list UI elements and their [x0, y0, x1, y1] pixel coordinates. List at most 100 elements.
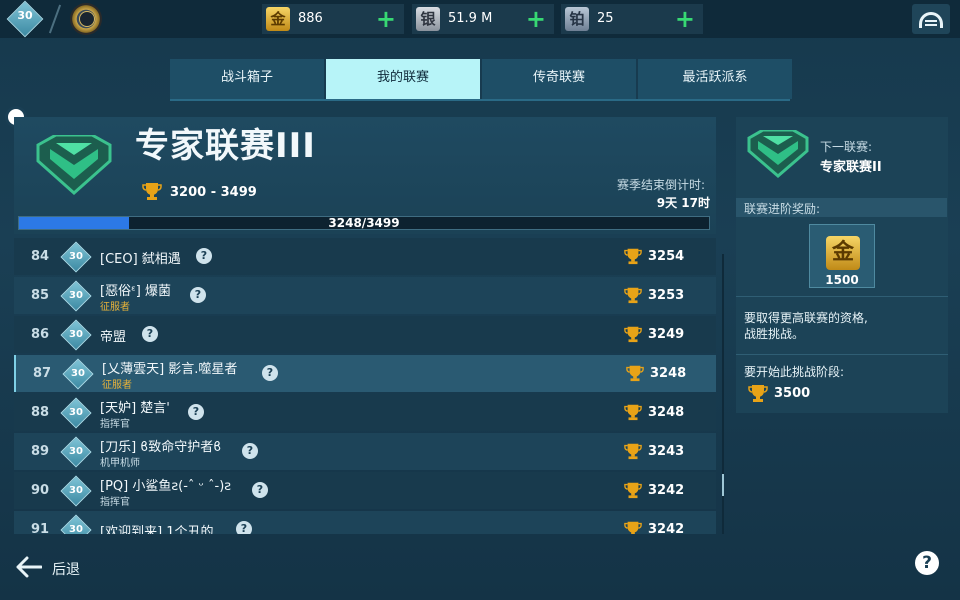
player-level: 30	[69, 407, 83, 418]
player-title: 机甲机师	[100, 458, 140, 469]
tab-legend-league[interactable]: 传奇联赛	[482, 59, 636, 99]
player-info-icon[interactable]: ?	[242, 443, 258, 459]
player-name[interactable]: [PQ] 小鲨鱼ƨ(-ˆ ᵕ ˆ-)ƨ	[100, 475, 231, 494]
player-level: 30	[69, 446, 83, 457]
trophy-icon	[748, 385, 768, 402]
league-progress-bar: 3248/3499	[18, 216, 710, 230]
trophy-range: 3200 - 3499	[170, 185, 257, 200]
player-info-icon[interactable]: ?	[196, 248, 212, 264]
player-level: 30	[69, 251, 83, 262]
player-info-icon[interactable]: ?	[190, 287, 206, 303]
reward-amount: 1500	[825, 273, 859, 287]
gold-reward-icon: 金	[826, 236, 860, 270]
silver-icon: 银	[416, 7, 440, 31]
player-name[interactable]: [欢迎到来] 1个丑的	[100, 521, 214, 534]
rank-number: 87	[32, 366, 52, 381]
table-row[interactable]: 91 30 [欢迎到来] 1个丑的? 3242	[14, 511, 716, 534]
gold-currency: 金 886 +	[262, 4, 404, 34]
silver-value: 51.9 M	[448, 11, 493, 26]
gold-icon: 金	[266, 7, 290, 31]
player-name[interactable]: [天妒] 楚言'	[100, 397, 170, 416]
trophy-icon	[624, 482, 642, 499]
rank-number: 89	[30, 444, 50, 459]
next-league-icon	[747, 130, 809, 178]
trophy-icon	[624, 404, 642, 421]
qualification-text: 要取得更高联赛的资格, 战胜挑战。	[744, 310, 944, 342]
add-silver-button[interactable]: +	[526, 5, 546, 33]
table-row-current-player[interactable]: 87 30 [乂薄雲天] 影言.噬星者 征服者? 3248	[14, 355, 716, 392]
rank-number: 88	[30, 405, 50, 420]
rank-number: 85	[30, 288, 50, 303]
trophy-icon	[624, 443, 642, 460]
table-row[interactable]: 85 30 [惡俗ᵋ] 爆菌征服者? 3253	[14, 277, 716, 314]
table-row[interactable]: 84 30 [CEO] 弑相遇? 3254	[14, 238, 716, 275]
league-title: 专家联赛III	[135, 126, 316, 166]
next-league-label: 下一联赛:	[820, 140, 873, 154]
player-title: 征服者	[100, 302, 130, 313]
next-league-value: 专家联赛II	[820, 160, 882, 175]
tab-bar: 战斗箱子 我的联赛 传奇联赛 最活跃派系	[170, 59, 792, 99]
player-info-icon[interactable]: ?	[188, 404, 204, 420]
player-info-icon[interactable]: ?	[236, 521, 252, 534]
faction-emblem-center	[79, 11, 95, 27]
rank-number: 91	[30, 522, 50, 534]
league-progress-text: 3248/3499	[328, 216, 400, 230]
divider	[736, 354, 948, 355]
trophy-icon	[624, 248, 642, 265]
player-score: 3253	[648, 288, 685, 303]
table-row[interactable]: 88 30 [天妒] 楚言' 指挥官? 3248	[14, 394, 716, 431]
tab-battle-chests[interactable]: 战斗箱子	[170, 59, 324, 99]
player-score: 3243	[648, 444, 685, 459]
rank-number: 84	[30, 249, 50, 264]
promotion-reward-label: 联赛进阶奖励:	[744, 202, 821, 216]
add-platinum-button[interactable]: +	[675, 5, 695, 33]
qualification-line-1: 要取得更高联赛的资格,	[744, 311, 868, 325]
player-level: 30	[71, 368, 85, 379]
challenge-start-label: 要开始此挑战阶段:	[744, 365, 845, 379]
player-level: 30	[69, 290, 83, 301]
challenge-start-value: 3500	[774, 386, 811, 401]
help-button[interactable]: ?	[915, 551, 939, 575]
trophy-icon	[624, 521, 642, 534]
player-info-icon[interactable]: ?	[262, 365, 278, 381]
trophy-icon	[142, 183, 162, 200]
table-row[interactable]: 90 30 [PQ] 小鲨鱼ƨ(-ˆ ᵕ ˆ-)ƨ 指挥官? 3242	[14, 472, 716, 509]
hangar-icon-door	[925, 20, 937, 22]
player-info-icon[interactable]: ?	[142, 326, 158, 342]
divider	[736, 296, 948, 297]
player-name[interactable]: [CEO] 弑相遇	[100, 248, 181, 267]
player-score: 3254	[648, 249, 685, 264]
player-info-icon[interactable]: ?	[252, 482, 268, 498]
trophy-icon	[624, 326, 642, 343]
ranking-scroll-thumb[interactable]	[722, 474, 724, 496]
player-score: 3242	[648, 483, 685, 498]
back-button[interactable]: 后退	[52, 559, 80, 579]
league-rank-icon	[36, 135, 112, 195]
trophy-icon	[624, 287, 642, 304]
season-countdown-label: 赛季结束倒计时:	[616, 178, 705, 192]
back-arrow-icon[interactable]	[16, 556, 42, 578]
player-title: 指挥官	[100, 497, 130, 508]
player-name[interactable]: [惡俗ᵋ] 爆菌	[100, 280, 171, 299]
player-name[interactable]: 帝盟	[100, 326, 126, 345]
season-countdown-value: 9天 17时	[656, 196, 710, 210]
player-level: 30	[69, 524, 83, 534]
player-score: 3248	[650, 366, 687, 381]
platinum-value: 25	[597, 11, 614, 26]
player-title: 指挥官	[100, 419, 130, 430]
player-name[interactable]: [乂薄雲天] 影言.噬星者	[102, 358, 237, 377]
player-level: 30	[69, 329, 83, 340]
player-score: 3242	[648, 522, 685, 534]
ranking-list[interactable]: 84 30 [CEO] 弑相遇? 3254 85 30 [惡俗ᵋ] 爆菌 征服者? 3253 86…	[14, 238, 716, 534]
add-gold-button[interactable]: +	[376, 5, 396, 33]
rank-number: 90	[30, 483, 50, 498]
player-score: 3248	[648, 405, 685, 420]
qualification-line-2: 战胜挑战。	[744, 327, 805, 341]
table-row[interactable]: 89 30 [刀乐] ϐ致命守护者ϐ 机甲机师? 3243	[14, 433, 716, 470]
player-score: 3249	[648, 327, 685, 342]
player-name[interactable]: [刀乐] ϐ致命守护者ϐ	[100, 436, 221, 455]
silver-currency: 银 51.9 M +	[412, 4, 554, 34]
table-row[interactable]: 86 30 帝盟? 3249	[14, 316, 716, 353]
tab-most-active-faction[interactable]: 最活跃派系	[638, 59, 792, 99]
tab-my-league[interactable]: 我的联赛	[326, 59, 480, 99]
